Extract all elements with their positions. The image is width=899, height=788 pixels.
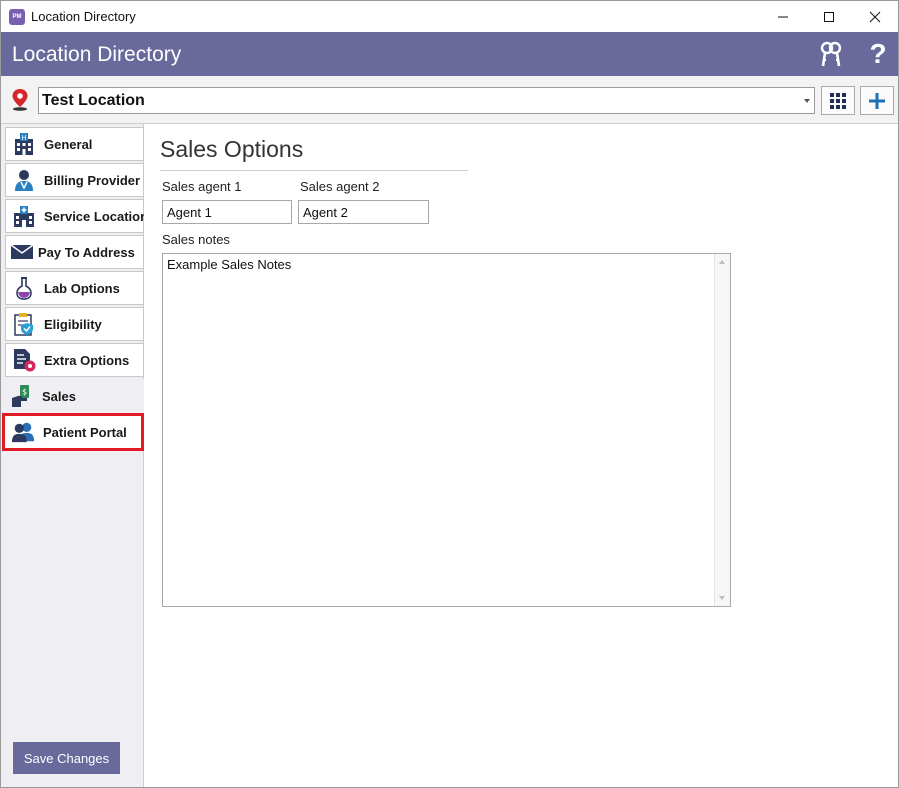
sidebar-item-patient-portal[interactable]: Patient Portal: [2, 413, 144, 451]
sidebar-item-label: Pay To Address: [38, 244, 135, 260]
hospital-icon: H: [12, 132, 36, 156]
section-divider: [160, 170, 468, 171]
help-icon: ?: [869, 38, 887, 69]
scroll-down-icon[interactable]: [719, 596, 725, 600]
sales-agent-1-label: Sales agent 1: [162, 179, 242, 194]
sidebar-item-label: General: [44, 136, 93, 152]
sidebar-item-label: Extra Options: [44, 352, 130, 368]
sidebar-item-general[interactable]: H General: [5, 127, 144, 161]
section-title: Sales Options: [160, 136, 304, 162]
sidebar-item-label: Billing Provider: [44, 172, 141, 188]
sidebar-item-service-location[interactable]: Service Location: [5, 199, 148, 233]
document-gear-icon: [12, 348, 36, 372]
doctor-icon: [12, 168, 36, 192]
sales-notes-label: Sales notes: [162, 232, 230, 247]
sales-options-panel: Sales Options Sales agent 1 Sales agent …: [144, 124, 898, 787]
keys-button[interactable]: [816, 39, 846, 69]
envelope-icon: [10, 240, 34, 264]
building-icon: [12, 204, 36, 228]
sidebar-item-extra-options[interactable]: Extra Options: [5, 343, 144, 377]
location-select[interactable]: Test Location: [38, 87, 815, 114]
svg-text:$: $: [22, 388, 27, 397]
sidebar-item-sales[interactable]: $ Sales: [5, 379, 144, 413]
maximize-icon: [824, 11, 834, 22]
svg-text:H: H: [21, 134, 26, 142]
sidebar-item-label: Service Location: [44, 208, 149, 224]
close-button[interactable]: [852, 1, 898, 32]
sidebar-item-billing-provider[interactable]: Billing Provider: [5, 163, 144, 197]
grid-view-button[interactable]: [821, 86, 855, 115]
people-icon: [11, 420, 35, 444]
chevron-down-icon: [804, 99, 810, 103]
money-hand-icon: $: [10, 384, 34, 408]
sidebar-item-label: Eligibility: [44, 316, 102, 332]
save-changes-button[interactable]: Save Changes: [13, 742, 120, 774]
app-header: Location Directory ?: [1, 32, 898, 76]
sidebar-item-pay-to-address[interactable]: Pay To Address: [5, 235, 144, 269]
sidebar-item-label: Lab Options: [44, 280, 120, 296]
sidebar-item-label: Patient Portal: [43, 424, 127, 440]
notes-scrollbar[interactable]: [714, 254, 730, 606]
add-location-button[interactable]: [860, 86, 894, 115]
sales-agent-2-input[interactable]: [298, 200, 429, 224]
keys-icon: [820, 41, 842, 67]
flask-icon: [12, 276, 36, 300]
sales-notes-textarea[interactable]: Example Sales Notes: [162, 253, 731, 607]
grid-icon: [830, 92, 846, 109]
plus-icon: [869, 92, 885, 109]
sidebar: H General Billing Provider Service Locat…: [1, 124, 148, 787]
minimize-button[interactable]: [760, 1, 806, 32]
minimize-icon: [778, 16, 788, 17]
location-toolbar: Test Location: [1, 76, 898, 124]
sales-agent-2-label: Sales agent 2: [300, 179, 380, 194]
location-select-value: Test Location: [42, 92, 145, 109]
sidebar-item-label: Sales: [42, 388, 76, 404]
sales-notes-text: Example Sales Notes: [167, 257, 292, 272]
sidebar-item-lab-options[interactable]: Lab Options: [5, 271, 144, 305]
clipboard-shield-icon: [12, 312, 36, 336]
page-title: Location Directory: [12, 43, 182, 66]
window-title: Location Directory: [31, 9, 136, 24]
app-window: PM Location Directory Location Directory…: [0, 0, 899, 788]
sidebar-item-eligibility[interactable]: Eligibility: [5, 307, 144, 341]
sales-agent-1-input[interactable]: [162, 200, 292, 224]
scroll-up-icon[interactable]: [719, 260, 725, 264]
help-button[interactable]: ?: [863, 39, 893, 69]
location-pin-icon: [12, 89, 28, 111]
title-bar: PM Location Directory: [1, 1, 898, 32]
app-logo-icon: PM: [9, 9, 25, 25]
maximize-button[interactable]: [806, 1, 852, 32]
close-icon: [869, 11, 881, 22]
